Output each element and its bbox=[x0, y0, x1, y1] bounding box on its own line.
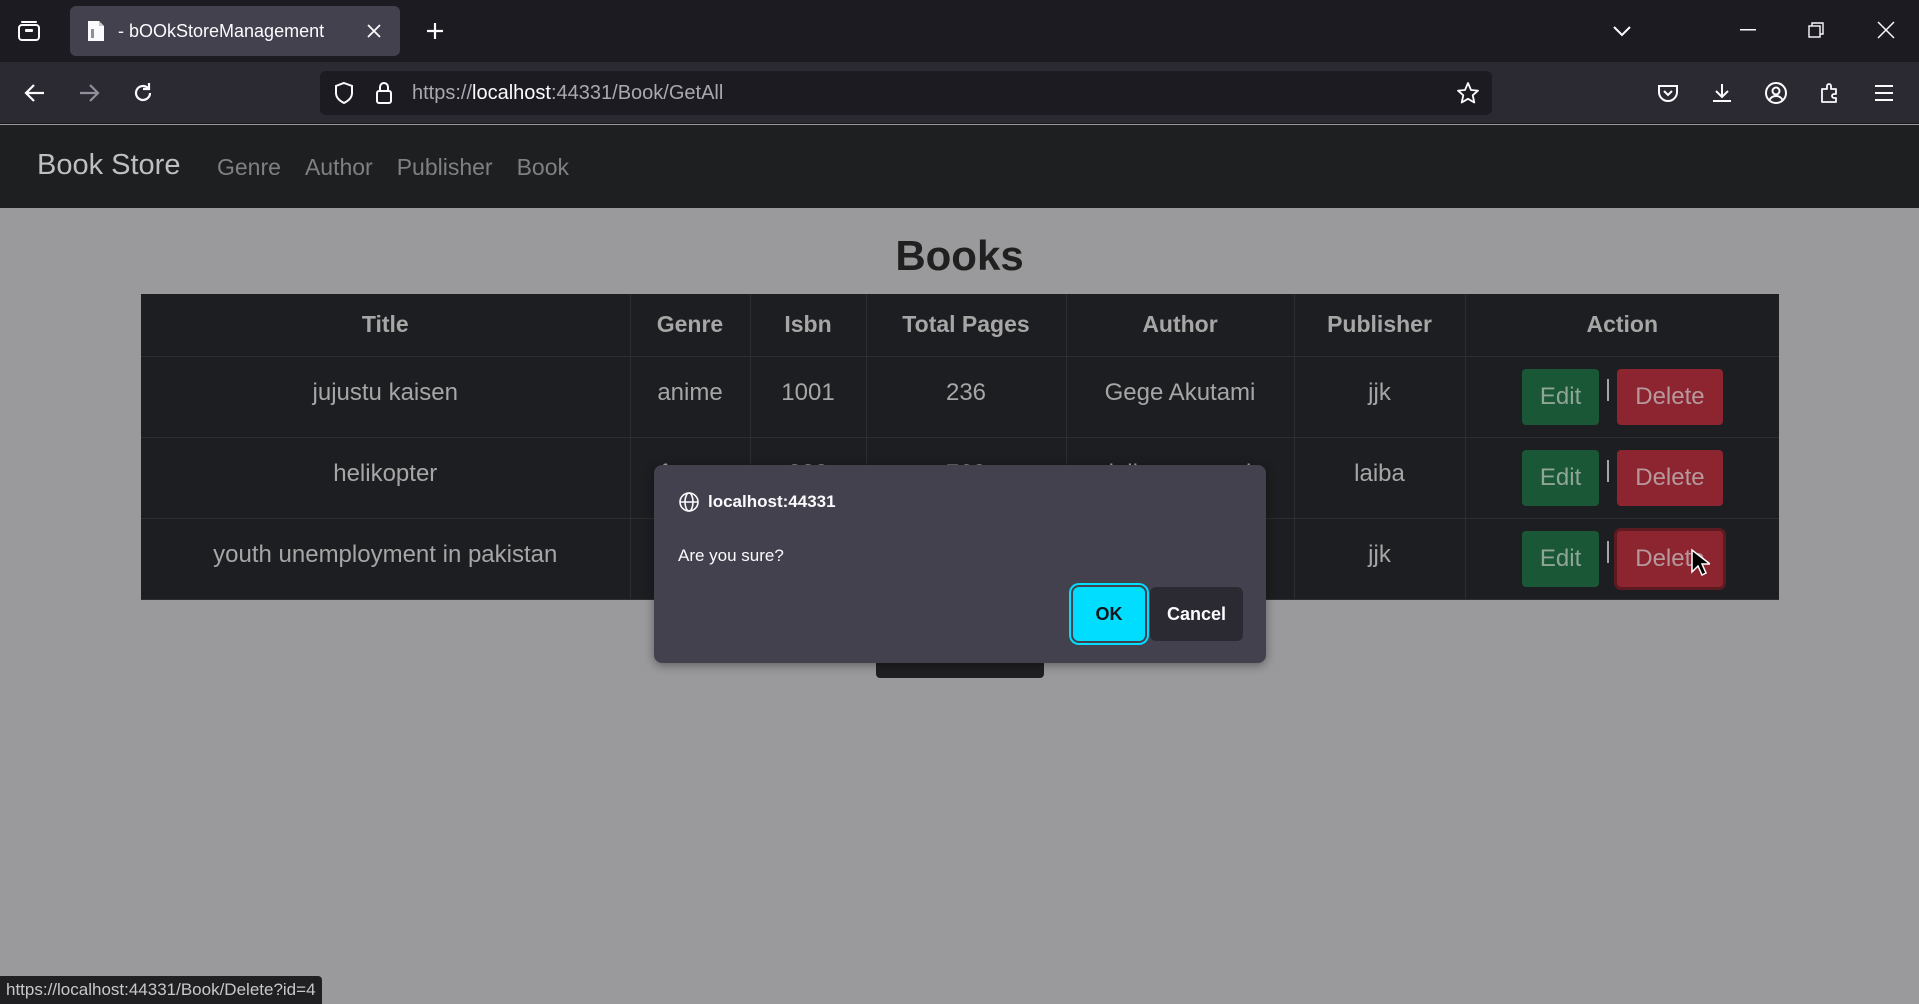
cell-publisher: jjk bbox=[1294, 356, 1466, 438]
column-header-isbn: Isbn bbox=[750, 294, 867, 357]
action-separator bbox=[1607, 540, 1610, 563]
edit-button[interactable]: Edit bbox=[1521, 530, 1600, 587]
delete-button[interactable]: Delete bbox=[1617, 368, 1723, 425]
nav-link-genre[interactable]: Genre bbox=[217, 154, 281, 181]
cell-publisher: jjk bbox=[1294, 518, 1466, 600]
minimize-icon[interactable] bbox=[1726, 12, 1770, 48]
cell-pages: 236 bbox=[866, 356, 1067, 438]
delete-button[interactable]: Delete bbox=[1617, 449, 1723, 506]
new-tab-icon[interactable] bbox=[418, 14, 452, 48]
dialog-message: Are you sure? bbox=[678, 546, 784, 565]
site-nav: Genre Author Publisher Book bbox=[217, 154, 569, 181]
forward-arrow-icon[interactable] bbox=[70, 74, 108, 112]
url-suffix: :44331/Book/GetAll bbox=[550, 82, 724, 104]
lock-icon[interactable] bbox=[372, 79, 396, 107]
nav-link-publisher[interactable]: Publisher bbox=[397, 154, 493, 181]
site-brand-link[interactable]: Book Store bbox=[37, 149, 180, 182]
browser-nav-bar: https://localhost:44331/Book/GetAll bbox=[0, 62, 1919, 124]
column-header-title: Title bbox=[141, 294, 631, 357]
cell-genre: anime bbox=[630, 356, 751, 438]
close-tab-icon[interactable] bbox=[362, 19, 386, 43]
url-bar[interactable]: https://localhost:44331/Book/GetAll bbox=[320, 71, 1492, 115]
cell-actions: Edit Delete bbox=[1465, 356, 1779, 438]
downloads-icon[interactable] bbox=[1703, 74, 1741, 112]
tracking-protection-shield-icon[interactable] bbox=[330, 79, 358, 107]
confirm-dialog: localhost:44331 Are you sure? OK Cancel bbox=[654, 465, 1266, 663]
pocket-icon[interactable] bbox=[1649, 74, 1687, 112]
column-header-author: Author bbox=[1066, 294, 1295, 357]
cell-title: jujustu kaisen bbox=[141, 356, 631, 438]
nav-link-author[interactable]: Author bbox=[305, 154, 373, 181]
edit-button[interactable]: Edit bbox=[1521, 368, 1600, 425]
url-prefix: https:// bbox=[412, 82, 473, 104]
cell-author: Gege Akutami bbox=[1066, 356, 1295, 438]
browser-tab-bar: - bOOkStoreManagement bbox=[0, 0, 1919, 62]
column-header-action: Action bbox=[1465, 294, 1779, 357]
extensions-icon[interactable] bbox=[1811, 74, 1849, 112]
url-host: localhost bbox=[472, 82, 551, 104]
dialog-origin: localhost:44331 bbox=[708, 492, 836, 511]
cell-actions: Edit Delete bbox=[1465, 437, 1779, 519]
action-separator bbox=[1607, 378, 1610, 401]
hamburger-menu-icon[interactable] bbox=[1865, 74, 1903, 112]
cancel-button[interactable]: Cancel bbox=[1150, 587, 1243, 641]
close-window-icon[interactable] bbox=[1864, 12, 1908, 48]
ok-button[interactable]: OK bbox=[1073, 587, 1145, 641]
firefox-view-icon[interactable] bbox=[12, 14, 46, 48]
action-separator bbox=[1607, 459, 1610, 482]
reload-icon[interactable] bbox=[124, 74, 162, 112]
chevron-down-icon[interactable] bbox=[1605, 14, 1639, 48]
table-header-row: Title Genre Isbn Total Pages Author Publ… bbox=[141, 294, 1779, 357]
hidden-button-edge bbox=[876, 662, 1044, 678]
edit-button[interactable]: Edit bbox=[1521, 449, 1600, 506]
browser-tab-active[interactable]: - bOOkStoreManagement bbox=[70, 6, 400, 56]
column-header-genre: Genre bbox=[630, 294, 751, 357]
mouse-cursor-icon bbox=[1691, 548, 1710, 577]
account-icon[interactable] bbox=[1757, 74, 1795, 112]
tab-title: - bOOkStoreManagement bbox=[118, 20, 325, 41]
column-header-total-pages: Total Pages bbox=[866, 294, 1067, 357]
cell-actions: Edit Delete bbox=[1465, 518, 1779, 600]
table-row: jujustu kaisen anime 1001 236 Gege Akuta… bbox=[141, 356, 1779, 438]
globe-icon bbox=[678, 491, 700, 513]
cell-publisher: laiba bbox=[1294, 437, 1466, 519]
site-header: Book Store Genre Author Publisher Book bbox=[0, 125, 1919, 208]
cell-title: helikopter bbox=[141, 437, 631, 519]
status-bar-url: https://localhost:44331/Book/Delete?id=4 bbox=[0, 976, 322, 1004]
back-arrow-icon[interactable] bbox=[16, 74, 54, 112]
restore-icon[interactable] bbox=[1794, 12, 1838, 48]
url-text[interactable]: https://localhost:44331/Book/GetAll bbox=[412, 82, 723, 105]
cell-isbn: 1001 bbox=[750, 356, 867, 438]
page-favicon-icon bbox=[84, 19, 108, 43]
column-header-publisher: Publisher bbox=[1294, 294, 1466, 357]
bookmark-star-icon[interactable] bbox=[1454, 79, 1482, 107]
page-title: Books bbox=[895, 232, 1024, 279]
nav-link-book[interactable]: Book bbox=[517, 154, 569, 181]
cell-title: youth unemployment in pakistan bbox=[141, 518, 631, 600]
